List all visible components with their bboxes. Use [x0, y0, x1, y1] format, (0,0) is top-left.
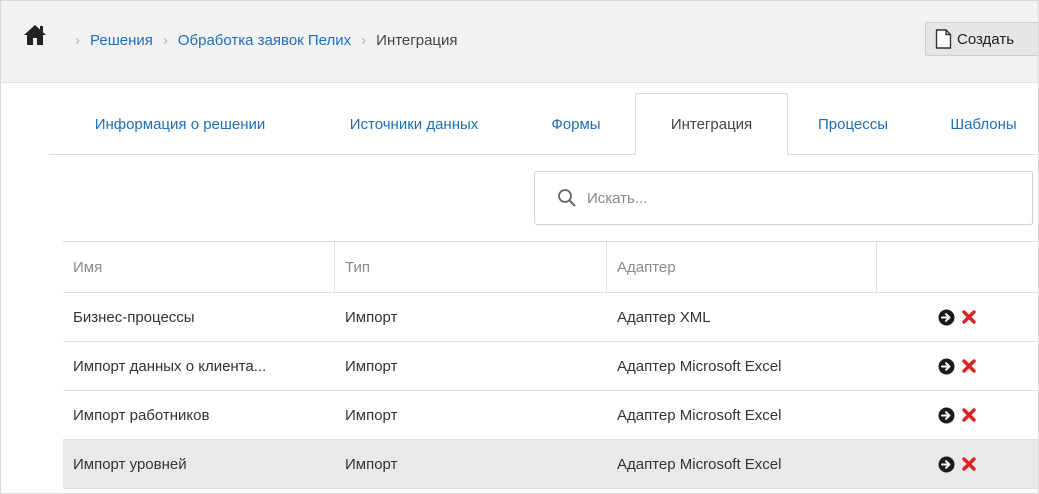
home-icon[interactable] [23, 24, 47, 46]
row-actions [877, 440, 1038, 488]
column-header-actions [877, 242, 1038, 292]
cell-name: Импорт уровней [73, 455, 187, 473]
row-actions [877, 391, 1038, 439]
breadcrumb: › Решения › Обработка заявок Пелих › Инт… [75, 32, 458, 49]
create-button[interactable]: Создать [925, 22, 1038, 56]
tab-processes[interactable]: Процессы [788, 93, 918, 155]
tab-integration[interactable]: Интеграция [635, 93, 788, 156]
top-bar: › Решения › Обработка заявок Пелих › Инт… [1, 1, 1038, 83]
tab-bar: Информация о решении Источники данных Фо… [49, 93, 1038, 156]
search-box [534, 171, 1033, 225]
tab-templates[interactable]: Шаблоны [918, 93, 1038, 155]
search-input[interactable] [587, 189, 1007, 207]
column-header-name[interactable]: Имя [63, 242, 335, 292]
close-icon[interactable] [960, 357, 978, 375]
cell-name: Импорт работников [73, 406, 210, 424]
cell-type: Импорт [345, 455, 398, 473]
breadcrumb-current: Интеграция [376, 32, 458, 49]
table-row[interactable]: Импорт уровней Импорт Адаптер Microsoft … [63, 440, 1038, 489]
column-header-type[interactable]: Тип [335, 242, 607, 292]
table-header: Имя Тип Адаптер [63, 242, 1038, 293]
table-row[interactable]: Импорт данных о клиента... Импорт Адапте… [63, 342, 1038, 391]
cell-name: Бизнес-процессы [73, 308, 195, 326]
cell-adapter: Адаптер XML [617, 308, 711, 326]
row-actions [877, 293, 1038, 341]
arrow-circle-right-icon[interactable] [937, 357, 955, 375]
document-icon [935, 29, 952, 49]
column-header-adapter[interactable]: Адаптер [607, 242, 877, 292]
arrow-circle-right-icon[interactable] [937, 455, 955, 473]
search-icon [558, 189, 576, 207]
cell-name: Импорт данных о клиента... [73, 357, 267, 375]
tab-forms[interactable]: Формы [517, 93, 635, 155]
close-icon[interactable] [960, 406, 978, 424]
integrations-table: Имя Тип Адаптер Бизнес-процессы Импорт А… [63, 241, 1038, 489]
cell-type: Импорт [345, 357, 398, 375]
cell-type: Импорт [345, 406, 398, 424]
arrow-circle-right-icon[interactable] [937, 406, 955, 424]
cell-adapter: Адаптер Microsoft Excel [617, 406, 782, 424]
arrow-circle-right-icon[interactable] [937, 308, 955, 326]
breadcrumb-link-solution[interactable]: Обработка заявок Пелих [178, 32, 351, 49]
cell-adapter: Адаптер Microsoft Excel [617, 357, 782, 375]
breadcrumb-link-solutions[interactable]: Решения [90, 32, 153, 49]
breadcrumb-separator: › [75, 32, 80, 49]
close-icon[interactable] [960, 455, 978, 473]
close-icon[interactable] [960, 308, 978, 326]
create-button-label: Создать [957, 30, 1015, 48]
cell-adapter: Адаптер Microsoft Excel [617, 455, 782, 473]
table-row[interactable]: Импорт работников Импорт Адаптер Microso… [63, 391, 1038, 440]
table-row[interactable]: Бизнес-процессы Импорт Адаптер XML [63, 293, 1038, 342]
tab-solution-info[interactable]: Информация о решении [49, 93, 311, 155]
row-actions [877, 342, 1038, 390]
cell-type: Импорт [345, 308, 398, 326]
breadcrumb-separator: › [162, 32, 168, 49]
breadcrumb-separator: › [361, 32, 367, 49]
app-window: › Решения › Обработка заявок Пелих › Инт… [0, 0, 1039, 494]
tab-data-sources[interactable]: Источники данных [311, 93, 517, 155]
